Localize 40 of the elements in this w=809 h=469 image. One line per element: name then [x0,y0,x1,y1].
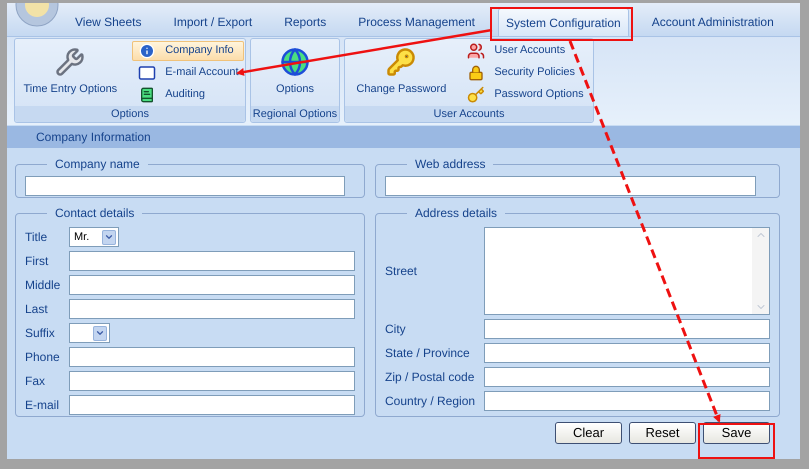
ribbon-button[interactable]: Change Password [349,42,454,102]
field-label: Phone [25,349,61,366]
ribbon-menu-item[interactable]: E-mail Account [132,62,244,82]
field-label: Title [25,229,48,246]
tab[interactable]: View Sheets [59,8,158,36]
field-label: E-mail [25,397,60,414]
field-label: Fax [25,373,46,390]
field-label: Suffix [25,325,56,342]
tab[interactable]: System Configuration [498,8,629,36]
field-label: Middle [25,277,62,294]
tab[interactable]: Account Administration [636,8,790,36]
field-label: Zip / Postal code [385,369,476,386]
field-label: Last [25,301,49,318]
field-label: First [25,253,50,270]
group-title: Web address [415,157,486,171]
field-label: City [385,321,407,338]
group-title: Contact details [55,206,134,220]
group-title: Regional Options [252,106,338,122]
form-button[interactable]: Clear [555,422,622,444]
ribbon-menu-item[interactable]: User Accounts [461,40,589,60]
ribbon-menu-item[interactable]: Company Info [132,40,244,60]
group-title: Address details [415,206,498,220]
group-title: Company name [55,157,140,171]
group-title: User Accounts [434,106,504,122]
ribbon-menu-item[interactable]: Security Policies [461,62,589,82]
group-title: Options [111,106,149,122]
dropdown-field[interactable]: Mr. [69,227,119,247]
tab[interactable]: Process Management [342,8,491,36]
ribbon-menu-item[interactable]: Password Options [461,84,589,104]
tab[interactable]: Reports [268,8,342,36]
tab[interactable]: Import / Export [158,8,268,36]
ribbon-button[interactable]: Time Entry Options [16,42,124,102]
form-button[interactable]: Save [703,422,770,444]
ribbon-button[interactable]: Options [269,42,321,102]
form-button[interactable]: Reset [629,422,696,444]
section-title: Company Information [36,129,151,146]
field-label: Street [385,263,418,280]
field-label: Country / Region [385,393,476,410]
field-label: State / Province [385,345,471,362]
ribbon-menu-item[interactable]: Auditing [132,84,244,104]
